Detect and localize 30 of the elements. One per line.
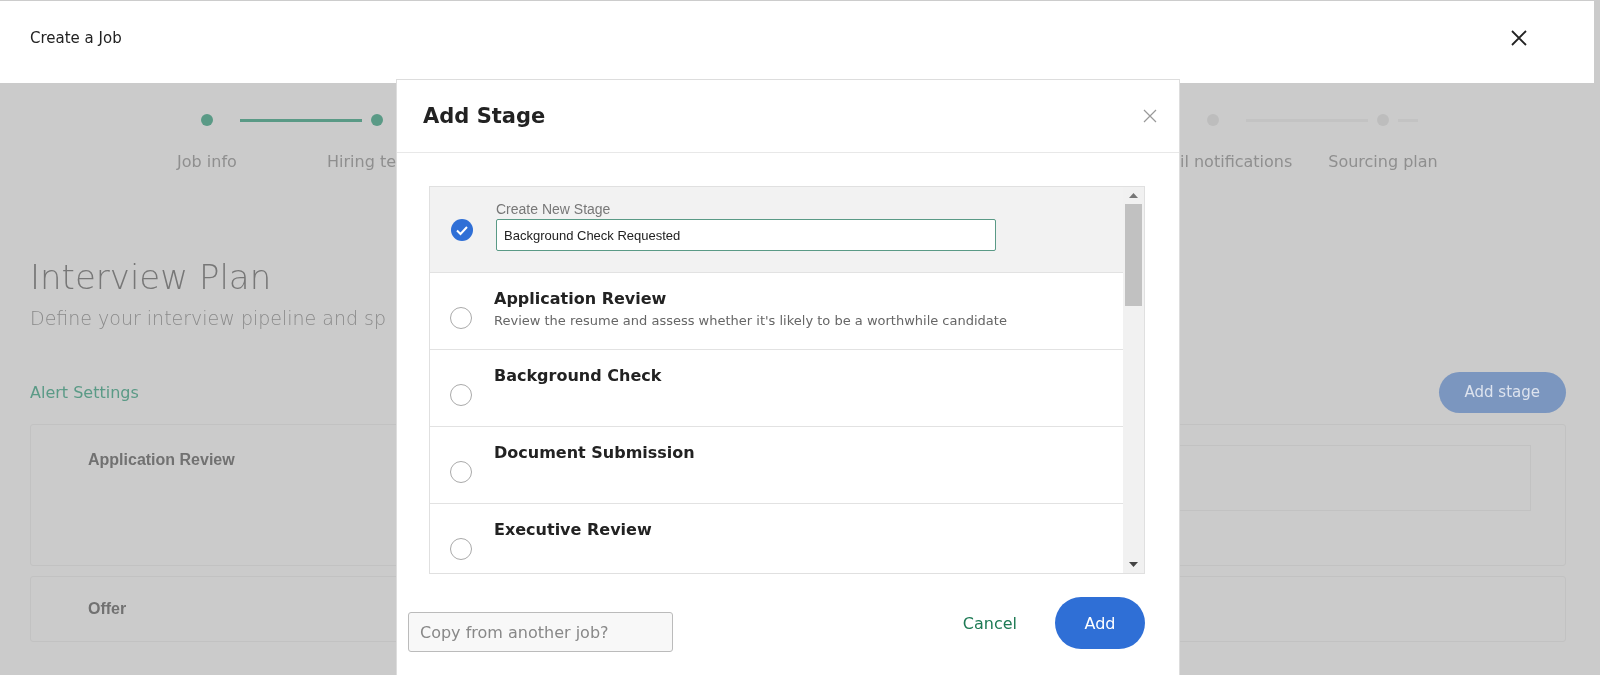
stage-title: Application Review <box>88 451 235 469</box>
scroll-up-icon[interactable] <box>1129 193 1138 198</box>
scroll-down-icon[interactable] <box>1129 562 1138 567</box>
stage-option-title: Document Submission <box>494 443 695 462</box>
step-label: Sourcing plan <box>1328 152 1438 171</box>
radio-button[interactable] <box>450 217 474 242</box>
section-description: Define your interview pipeline and sp <box>30 307 387 329</box>
stage-name-input[interactable]: Background Check Requested <box>496 219 996 251</box>
stage-title: Offer <box>88 600 127 618</box>
stage-option-title: Background Check <box>494 366 662 385</box>
stage-option[interactable]: Background Check <box>430 350 1123 427</box>
cancel-button[interactable]: Cancel <box>962 613 1017 633</box>
stage-option[interactable]: Create New Stage Background Check Requested <box>430 187 1123 273</box>
step-label: Hiring te <box>327 152 396 171</box>
stage-option-title: Application Review <box>494 289 668 308</box>
stage-option-description: Review the resume and assess whether it's likely to be a worthwhile candidate <box>494 313 1007 328</box>
stage-option[interactable]: Application Review Review the resume and assess whether it's likely to be a worthwhile candidate <box>430 273 1123 350</box>
dialog-title: Add Stage <box>423 104 546 128</box>
stage-option[interactable]: Document Submission <box>430 427 1123 504</box>
section-title: Interview Plan <box>30 257 272 297</box>
scrollbar[interactable] <box>1123 187 1144 573</box>
close-icon[interactable] <box>1510 29 1528 47</box>
add-button[interactable]: Add <box>1055 597 1145 649</box>
step-label: Job info <box>177 152 237 171</box>
scrollbar-thumb[interactable] <box>1125 204 1142 306</box>
copy-job-field[interactable]: Copy from another job? <box>408 612 673 652</box>
stage-option-title: Executive Review <box>494 520 652 539</box>
field-label: Create New Stage <box>496 201 612 217</box>
step-label: il notifications <box>1180 152 1293 171</box>
page-title: Create a Job <box>30 29 122 47</box>
